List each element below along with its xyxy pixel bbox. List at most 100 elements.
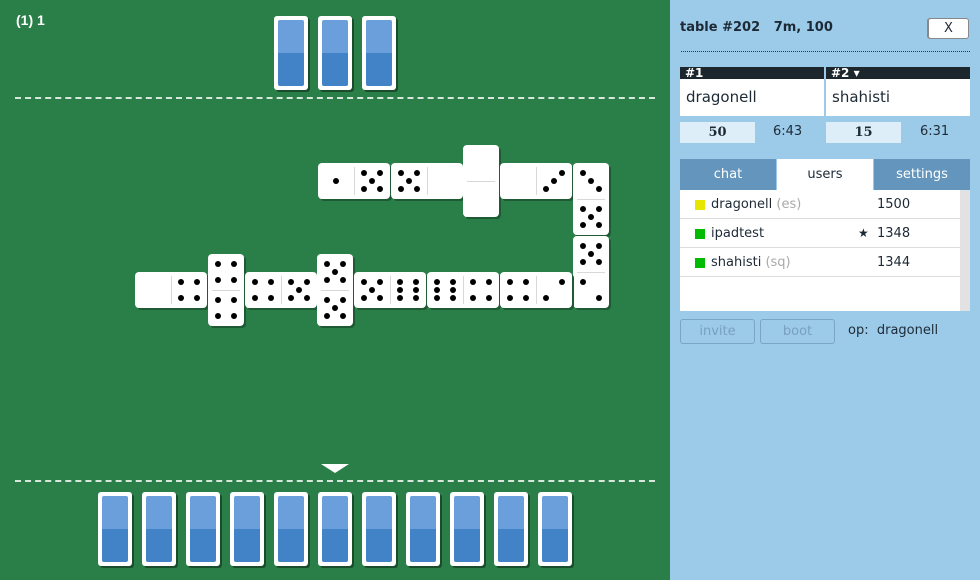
- pip: [397, 287, 403, 293]
- domino-half-5: [354, 272, 390, 308]
- domino-5-6: [354, 272, 426, 308]
- player-tile[interactable]: [142, 492, 176, 566]
- player-tile[interactable]: [494, 492, 528, 566]
- pip: [397, 279, 403, 285]
- tile-back-face: [454, 496, 480, 562]
- pip: [340, 261, 346, 267]
- domino-half-5: [573, 199, 609, 235]
- pip: [252, 295, 258, 301]
- domino-6-4: [427, 272, 499, 308]
- domino-0-3: [500, 163, 572, 199]
- close-button[interactable]: X: [928, 18, 969, 39]
- domino-half-5: [317, 290, 353, 326]
- user-row[interactable]: ipadtest ★ 1348: [680, 219, 960, 248]
- pip: [580, 243, 586, 249]
- pip: [559, 170, 565, 176]
- pip: [178, 279, 184, 285]
- pip: [580, 259, 586, 265]
- pip: [398, 186, 404, 192]
- player-tile[interactable]: [318, 492, 352, 566]
- domino-divider: [536, 167, 537, 195]
- pip: [588, 251, 594, 257]
- player-tile[interactable]: [538, 492, 572, 566]
- scrollbar[interactable]: [960, 190, 970, 311]
- pip: [580, 222, 586, 228]
- pip: [361, 170, 367, 176]
- tile-back-face: [278, 20, 304, 86]
- pip: [377, 279, 383, 285]
- domino-half-5: [391, 163, 427, 199]
- domino-divider: [281, 276, 282, 304]
- domino-half-4: [463, 272, 499, 308]
- tile-back-face: [190, 496, 216, 562]
- pip: [596, 259, 602, 265]
- domino-half-4: [208, 254, 244, 290]
- pip: [215, 297, 221, 303]
- boot-button[interactable]: boot: [760, 319, 835, 344]
- player-2-card[interactable]: #2 ▾ shahisti: [826, 67, 970, 116]
- player-tile[interactable]: [98, 492, 132, 566]
- pip: [507, 295, 513, 301]
- tile-back-face: [278, 496, 304, 562]
- status-indicator-icon: [695, 229, 705, 239]
- domino-half-4: [171, 272, 207, 308]
- player-tile[interactable]: [274, 492, 308, 566]
- pip: [288, 295, 294, 301]
- domino-half-0: [500, 163, 536, 199]
- user-row[interactable]: dragonell (es) 1500: [680, 190, 960, 219]
- player-hand-divider: [15, 480, 655, 482]
- pip: [588, 214, 594, 220]
- pip: [215, 261, 221, 267]
- username: dragonell: [711, 197, 773, 212]
- tab-users[interactable]: users: [777, 159, 873, 190]
- player-tile[interactable]: [186, 492, 220, 566]
- user-name: ipadtest: [711, 226, 764, 241]
- opponent-tile-back: [362, 16, 396, 90]
- pip: [340, 297, 346, 303]
- pip: [551, 178, 557, 184]
- domino-0-0: [463, 145, 499, 217]
- username: shahisti: [711, 255, 762, 270]
- domino-half-5: [354, 163, 390, 199]
- player-name: shahisti: [832, 88, 891, 106]
- tab-settings[interactable]: settings: [874, 159, 970, 190]
- player-tile[interactable]: [450, 492, 484, 566]
- invite-button[interactable]: invite: [680, 319, 755, 344]
- pip: [414, 170, 420, 176]
- users-list: dragonell (es) 1500 ipadtest ★ 1348 shahisti…: [680, 190, 970, 311]
- pip: [486, 279, 492, 285]
- pip: [324, 297, 330, 303]
- seat-label: #2 ▾: [826, 67, 970, 79]
- domino-half-0: [427, 163, 463, 199]
- pip: [596, 186, 602, 192]
- player-1-clock: 6:43: [773, 124, 803, 139]
- tile-back-face: [322, 496, 348, 562]
- player-2-clock: 6:31: [920, 124, 950, 139]
- pip: [377, 170, 383, 176]
- domino-half-5: [573, 236, 609, 272]
- player-tile[interactable]: [362, 492, 396, 566]
- user-rating: 1344: [877, 255, 911, 270]
- pip: [450, 295, 456, 301]
- pip: [332, 305, 338, 311]
- user-row[interactable]: shahisti (sq) 1344: [680, 248, 960, 277]
- score-label: (1) 1: [16, 12, 45, 28]
- pip: [470, 279, 476, 285]
- pip: [361, 186, 367, 192]
- player-2-points: 15: [826, 122, 901, 143]
- player-tile[interactable]: [230, 492, 264, 566]
- turn-indicator-arrow: [321, 464, 349, 473]
- domino-half-4: [500, 272, 536, 308]
- tab-chat[interactable]: chat: [680, 159, 776, 190]
- pip: [252, 279, 258, 285]
- tile-back-face: [102, 496, 128, 562]
- pip: [413, 287, 419, 293]
- player-1-points: 50: [680, 122, 755, 143]
- domino-divider: [390, 276, 391, 304]
- player-tile[interactable]: [406, 492, 440, 566]
- pip: [231, 313, 237, 319]
- pip: [332, 269, 338, 275]
- pip: [434, 287, 440, 293]
- user-rating: 1500: [877, 197, 911, 212]
- user-name: shahisti (sq): [711, 255, 791, 270]
